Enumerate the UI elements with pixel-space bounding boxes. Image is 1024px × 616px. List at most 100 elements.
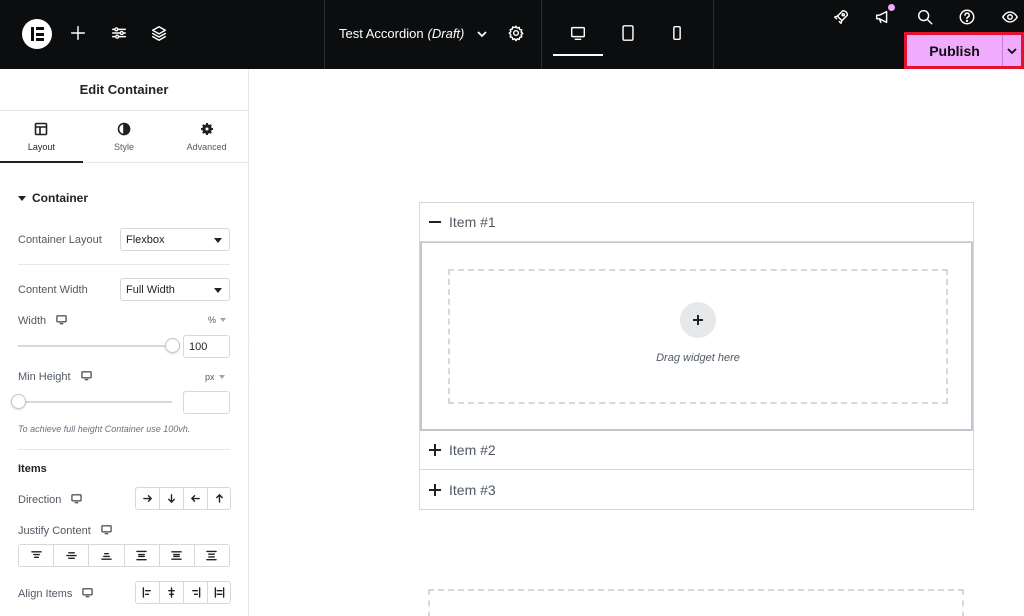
width-label-row: Width (18, 314, 67, 328)
slider-handle[interactable] (11, 394, 26, 409)
editor-canvas: Item #1 Drag widget here Item #2 Item #3 (250, 69, 1024, 616)
panel-tabs: Layout Style Advanced (0, 111, 248, 163)
arrow-up-icon (215, 493, 223, 503)
justify-content-label-row: Justify Content (18, 524, 112, 538)
align-stretch-button[interactable] (208, 582, 230, 603)
document-status: (Draft) (427, 26, 465, 41)
layout-icon (35, 122, 48, 135)
plus-icon (429, 444, 441, 456)
justify-space-evenly-button[interactable] (195, 545, 229, 566)
align-items-label: Align Items (18, 588, 73, 600)
add-element-icon[interactable] (67, 22, 89, 44)
width-unit-select[interactable]: % (208, 315, 226, 325)
justify-start-icon (30, 551, 42, 559)
align-center-icon (168, 587, 175, 598)
desktop-view-icon[interactable] (567, 22, 589, 44)
justify-space-around-icon (171, 551, 183, 560)
responsive-desktop-icon[interactable] (82, 587, 94, 601)
responsive-desktop-icon[interactable] (80, 370, 92, 384)
tab-advanced[interactable]: Advanced (165, 111, 248, 162)
align-stretch-icon (214, 587, 224, 598)
search-icon[interactable] (914, 6, 936, 28)
add-widget-button[interactable] (680, 301, 716, 338)
mobile-view-icon[interactable] (666, 22, 688, 44)
divider (541, 0, 542, 69)
accordion-item-2[interactable]: Item #2 (420, 431, 973, 470)
publish-button[interactable]: Publish (907, 35, 1002, 66)
site-settings-icon[interactable] (108, 22, 130, 44)
content-width-select[interactable]: Full Width (120, 278, 230, 301)
direction-column-reverse-button[interactable] (208, 488, 230, 509)
document-title: Test Accordion (339, 26, 424, 41)
direction-row-reverse-button[interactable] (184, 488, 208, 509)
align-items-control (135, 581, 231, 604)
tablet-view-icon[interactable] (617, 22, 639, 44)
slider-handle[interactable] (165, 338, 180, 353)
notification-dot (888, 4, 895, 11)
min-height-hint: To achieve full height Container use 100… (18, 424, 191, 434)
help-icon[interactable] (956, 6, 978, 28)
arrow-right-icon (143, 495, 153, 502)
tab-style[interactable]: Style (83, 111, 166, 162)
top-bar: Test Accordion (Draft) (0, 0, 1024, 69)
justify-content-label: Justify Content (18, 525, 91, 537)
justify-space-between-button[interactable] (125, 545, 160, 566)
accordion-item-1[interactable]: Item #1 (420, 203, 973, 242)
publish-options-toggle[interactable] (1003, 35, 1021, 66)
align-start-icon (142, 587, 151, 598)
container-layout-select[interactable]: Flexbox (120, 228, 230, 251)
direction-column-button[interactable] (160, 488, 184, 509)
justify-center-icon (65, 552, 77, 559)
unit-label: % (208, 315, 217, 325)
align-center-button[interactable] (160, 582, 184, 603)
page-settings-gear-icon[interactable] (505, 22, 527, 44)
divider (324, 0, 325, 69)
justify-end-button[interactable] (89, 545, 125, 566)
justify-start-button[interactable] (19, 545, 55, 566)
divider (18, 264, 230, 265)
unit-label: px (205, 372, 215, 382)
justify-center-button[interactable] (54, 545, 90, 566)
justify-end-icon (101, 552, 112, 560)
width-input[interactable]: 100 (183, 335, 230, 358)
accordion-item-3[interactable]: Item #3 (420, 470, 973, 509)
min-height-label-row: Min Height (18, 370, 92, 384)
divider (713, 0, 714, 69)
preview-eye-icon[interactable] (999, 6, 1021, 28)
direction-label-row: Direction (18, 493, 83, 507)
justify-space-evenly-icon (206, 550, 218, 561)
arrow-left-icon (190, 495, 200, 502)
align-start-button[interactable] (136, 582, 160, 603)
document-title-dropdown[interactable]: Test Accordion (Draft) (339, 26, 488, 41)
section-toggle-container[interactable]: Container (18, 191, 88, 205)
editor-panel: Edit Container Layout Style Advanced Con… (0, 69, 249, 616)
plus-icon (429, 483, 441, 496)
justify-space-between-icon (136, 550, 147, 561)
responsive-desktop-icon[interactable] (56, 314, 67, 328)
width-label: Width (18, 315, 47, 327)
min-height-input[interactable] (183, 391, 230, 414)
rocket-icon[interactable] (830, 6, 852, 28)
min-height-label: Min Height (18, 371, 71, 383)
slider-fill (18, 345, 172, 347)
plus-icon (693, 314, 703, 325)
section-dropzone[interactable] (428, 589, 964, 616)
tab-label: Advanced (186, 141, 227, 152)
tab-label: Layout (27, 141, 55, 152)
width-slider[interactable] (18, 338, 180, 353)
items-heading: Items (18, 463, 47, 475)
structure-layers-icon[interactable] (148, 22, 170, 44)
tab-layout[interactable]: Layout (0, 111, 83, 163)
widget-dropzone[interactable]: Drag widget here (448, 269, 948, 404)
responsive-desktop-icon[interactable] (100, 524, 112, 538)
align-end-button[interactable] (184, 582, 208, 603)
elementor-logo-icon[interactable] (22, 19, 52, 49)
direction-row-button[interactable] (136, 488, 160, 509)
responsive-desktop-icon[interactable] (71, 493, 83, 507)
direction-control (135, 487, 231, 510)
min-height-slider[interactable] (11, 394, 172, 409)
min-height-unit-select[interactable]: px (205, 372, 225, 382)
dropzone-text: Drag widget here (656, 351, 740, 364)
section-title: Container (32, 191, 89, 205)
justify-space-around-button[interactable] (160, 545, 195, 566)
